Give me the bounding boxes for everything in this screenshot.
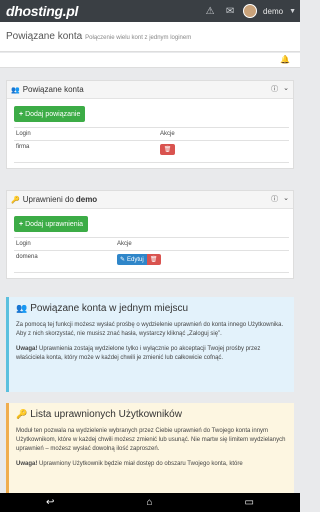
linked-accounts-panel: 👥 Powiązane konta ⓘ ⌄ + Dodaj powiązanie… [6,80,294,169]
panel-header: 👥 Powiązane konta ⓘ ⌄ [7,81,293,99]
column-header: Akcje [160,131,175,137]
info-icon[interactable]: ⓘ [271,84,278,94]
top-bar: dhosting.pl ⚠ ✉ demo ▼ [0,0,300,22]
users-icon: 👥 [16,303,28,313]
home-icon[interactable]: ⌂ [146,497,152,508]
info-title: 🔑 Lista uprawnionych Użytkowników [16,409,287,420]
column-header: Akcje [117,241,132,247]
row-actions: ✎ Edytuj 🗑 [115,251,163,272]
add-link-label: Dodaj powiązanie [25,110,81,118]
users-icon: 👥 [11,86,20,94]
info-warning: Uwaga! Uprawnienia zostają wydzielone ty… [16,345,287,363]
add-permissions-label: Dodaj uprawnienia [25,220,84,228]
info-icon[interactable]: ⓘ [271,194,278,204]
linked-accounts-table: Login Akcje firma 🗑 [14,127,289,163]
warning-label: Uwaga! [16,346,38,352]
toolbar: 🔔 [0,53,300,68]
info-box-permissions: 🔑 Lista uprawnionych Użytkowników Moduł … [6,403,294,493]
info-paragraph: Moduł ten pozwala na wydzielenie wybrany… [16,428,286,452]
warning-text: Uprawnienia zostają wydzielone tylko i w… [16,346,261,361]
table-header: Login Akcje [14,128,289,141]
delete-button[interactable]: 🗑 [146,254,161,265]
row-actions: 🗑 [158,141,177,162]
panel-header: 🔑 Uprawnieni do demo ⓘ ⌄ [7,191,293,209]
info-title: 👥 Powiązane konta w jednym miejscu [16,303,287,314]
recents-icon[interactable]: ▭ [245,497,254,508]
trash-icon: 🗑 [149,257,158,263]
table-row: domena ✎ Edytuj 🗑 [14,251,289,273]
top-bar-right: ⚠ ✉ demo ▼ [203,0,296,22]
table-row: firma 🗑 [14,141,289,163]
logo[interactable]: dhosting.pl [6,3,78,19]
panel-title: Powiązane konta [22,85,84,94]
key-icon: 🔑 [11,196,20,204]
page-header: Powiązane konta Połączenie wielu kont z … [0,22,300,52]
row-login: firma [16,144,30,150]
column-header: Login [16,131,31,137]
edit-button[interactable]: ✎ Edytuj [117,254,147,265]
edit-label: Edytuj [127,256,144,263]
page-subtitle: Połączenie wielu kont z jednym loginem [85,34,192,41]
page-title: Powiązane konta [6,31,83,42]
key-icon: 🔑 [16,409,28,419]
add-permissions-button[interactable]: + Dodaj uprawnienia [14,216,89,232]
warning-label: Uwaga! [16,461,38,467]
warning-text: Uprawniony Użytkownik będzie miał dostęp… [37,461,243,467]
add-link-button[interactable]: + Dodaj powiązanie [14,106,86,122]
info-title-text: Lista uprawnionych Użytkowników [30,409,182,420]
avatar[interactable] [243,4,258,18]
delete-button[interactable]: 🗑 [160,144,175,155]
table-header: Login Akcje [14,238,289,251]
info-paragraph: Za pomocą tej funkcji możesz wysłać proś… [16,322,284,337]
bell-icon[interactable]: 🔔 [280,55,290,64]
chevron-down-icon[interactable]: ▼ [289,8,296,15]
system-nav-bar: ↩ ⌂ ▭ [0,493,300,512]
warning-icon[interactable]: ⚠ [203,6,217,17]
panel-tools: ⓘ ⌄ [271,194,289,204]
back-icon[interactable]: ↩ [46,497,54,508]
info-box-linked: 👥 Powiązane konta w jednym miejscu Za po… [6,297,294,392]
edit-icon: ✎ [120,257,126,263]
permissions-panel: 🔑 Uprawnieni do demo ⓘ ⌄ + Dodaj uprawni… [6,190,294,279]
panel-tools: ⓘ ⌄ [271,84,289,94]
plus-icon: + [19,220,24,228]
info-title-text: Powiązane konta w jednym miejscu [30,303,189,314]
mail-icon[interactable]: ✉ [223,6,237,17]
info-warning: Uwaga! Uprawniony Użytkownik będzie miał… [16,460,287,469]
panel-title-user: demo [75,195,98,204]
column-header: Login [16,241,31,247]
panel-title-prefix: Uprawnieni do [22,195,74,204]
chevron-down-icon[interactable]: ⌄ [283,194,289,204]
permissions-table: Login Akcje domena ✎ Edytuj 🗑 [14,237,289,273]
row-login: domena [16,254,38,260]
chevron-down-icon[interactable]: ⌄ [283,84,289,94]
user-name[interactable]: demo [263,7,283,16]
plus-icon: + [19,110,24,118]
trash-icon: 🗑 [163,147,172,153]
